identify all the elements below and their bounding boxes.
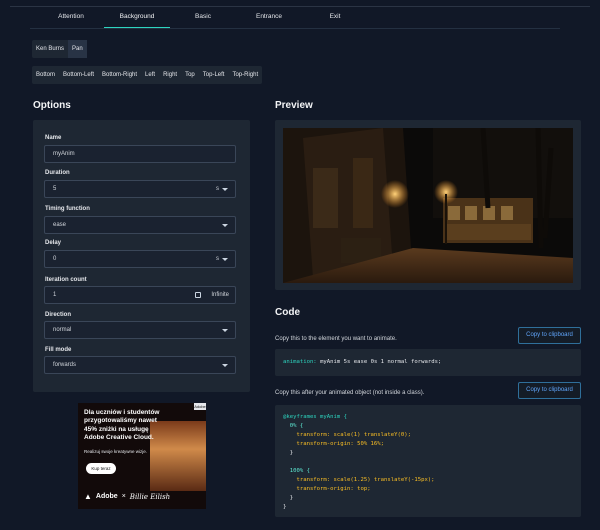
chip-left[interactable]: Left bbox=[141, 66, 159, 84]
chip-bottom[interactable]: Bottom bbox=[32, 66, 59, 84]
chip-pan[interactable]: Pan bbox=[68, 40, 87, 58]
code-line: transform: scale(1.25) translateY(-15px)… bbox=[283, 477, 435, 483]
preview-heading: Preview bbox=[275, 100, 313, 111]
duration-value: 5 bbox=[53, 186, 57, 192]
copy-hint-2: Copy this after your animated object (no… bbox=[275, 390, 425, 396]
tab-exit[interactable]: Exit bbox=[302, 8, 368, 28]
code-line: 0% { bbox=[283, 423, 304, 429]
name-input[interactable]: myAnim bbox=[44, 145, 236, 163]
chip-right[interactable]: Right bbox=[159, 66, 181, 84]
animation-code-block: animation: myAnim 5s ease 0s 1 normal fo… bbox=[275, 349, 581, 376]
chip-top[interactable]: Top bbox=[181, 66, 199, 84]
delay-label: Delay bbox=[45, 240, 62, 246]
fill-value: forwards bbox=[53, 362, 77, 368]
keyframes-code-block: @keyframes myAnim { 0% { transform: scal… bbox=[275, 405, 581, 517]
timing-select[interactable]: ease bbox=[44, 216, 236, 234]
tab-divider bbox=[30, 28, 560, 29]
timing-value: ease bbox=[53, 222, 67, 228]
night-street-illustration bbox=[283, 128, 573, 283]
options-heading: Options bbox=[33, 100, 71, 111]
chip-ken-burns[interactable]: Ken Burns bbox=[32, 40, 68, 58]
animation-line: myAnim 5s ease 0s 1 normal forwards; bbox=[320, 359, 442, 365]
chip-top-left[interactable]: Top-Left bbox=[199, 66, 229, 84]
code-line: } bbox=[283, 504, 287, 510]
preview-panel bbox=[275, 120, 581, 290]
ad-headline-2: przygotowaliśmy nawet bbox=[84, 417, 157, 425]
duration-input[interactable]: 5s bbox=[44, 180, 236, 198]
copy-keyframes-button[interactable]: Copy to clipboard bbox=[518, 382, 581, 399]
tab-attention[interactable]: Attention bbox=[38, 8, 104, 28]
direction-select[interactable]: normal bbox=[44, 321, 236, 339]
tab-background[interactable]: Background bbox=[104, 8, 170, 28]
ad-headline-1: Dla uczniów i studentów bbox=[84, 409, 160, 416]
fill-select[interactable]: forwards bbox=[44, 356, 236, 374]
name-label: Name bbox=[45, 135, 62, 141]
duration-label: Duration bbox=[45, 170, 70, 176]
infinite-checkbox[interactable] bbox=[195, 292, 201, 298]
fill-label: Fill mode bbox=[45, 347, 72, 353]
infinite-label: Infinite bbox=[211, 292, 229, 298]
delay-input[interactable]: 0s bbox=[44, 250, 236, 268]
copy-hint-1: Copy this to the element you want to ani… bbox=[275, 336, 397, 342]
direction-value: normal bbox=[53, 327, 72, 333]
ad-subtext: Realizuj swoje kreatywne wizje. bbox=[84, 449, 148, 454]
delay-value: 0 bbox=[53, 256, 57, 262]
copy-animation-button[interactable]: Copy to clipboard bbox=[518, 327, 581, 344]
chevron-down-icon bbox=[222, 364, 228, 367]
chip-top-right[interactable]: Top-Right bbox=[228, 66, 262, 84]
chevron-down-icon bbox=[222, 258, 228, 261]
code-heading: Code bbox=[275, 307, 300, 318]
chevron-down-icon bbox=[222, 224, 228, 227]
ad-brand: Adobe bbox=[95, 493, 118, 500]
ad-signature: Billie Eilish bbox=[129, 492, 171, 501]
ad-buy-button[interactable]: Kup teraz bbox=[86, 463, 116, 474]
timing-label: Timing function bbox=[45, 206, 90, 212]
name-value: myAnim bbox=[53, 151, 75, 157]
top-divider bbox=[10, 6, 590, 7]
direction-label: Direction bbox=[45, 312, 72, 318]
code-line: transform-origin: top; bbox=[283, 486, 371, 492]
code-line: @keyframes myAnim { bbox=[283, 414, 347, 420]
chip-bottom-right[interactable]: Bottom-Right bbox=[98, 66, 141, 84]
advertisement[interactable]: Adobe Dla uczniów i studentów przygotowa… bbox=[78, 403, 206, 509]
preview-image bbox=[283, 128, 573, 283]
code-line: transform-origin: 50% 16%; bbox=[283, 441, 385, 447]
chip-bottom-left[interactable]: Bottom-Left bbox=[59, 66, 98, 84]
tab-basic[interactable]: Basic bbox=[170, 8, 236, 28]
chevron-down-icon bbox=[222, 188, 228, 191]
direction-group: Bottom Bottom-Left Bottom-Right Left Rig… bbox=[32, 66, 263, 84]
adobe-logo-icon: ▲ bbox=[84, 492, 92, 501]
ad-headline-3: 45% zniżki na usługę bbox=[84, 425, 149, 433]
code-line: transform: scale(1) translateY(0); bbox=[283, 432, 411, 438]
ad-headline-4: Adobe Creative Cloud. bbox=[84, 434, 154, 442]
preset-group: Ken Burns Pan bbox=[32, 40, 87, 58]
code-line: 100% { bbox=[283, 468, 310, 474]
duration-unit: s bbox=[216, 186, 219, 192]
tab-entrance[interactable]: Entrance bbox=[236, 8, 302, 28]
ad-times: × bbox=[121, 493, 126, 500]
delay-unit: s bbox=[216, 256, 219, 262]
chevron-down-icon bbox=[222, 329, 228, 332]
options-panel: Name myAnim Duration 5s Timing function … bbox=[33, 120, 250, 392]
iteration-value: 1 bbox=[53, 292, 57, 298]
code-line: } bbox=[283, 450, 294, 456]
code-line: } bbox=[283, 495, 294, 501]
tab-bar: Attention Background Basic Entrance Exit bbox=[38, 8, 368, 28]
iteration-label: Iteration count bbox=[45, 277, 87, 283]
iteration-input[interactable]: 1 Infinite bbox=[44, 286, 236, 304]
